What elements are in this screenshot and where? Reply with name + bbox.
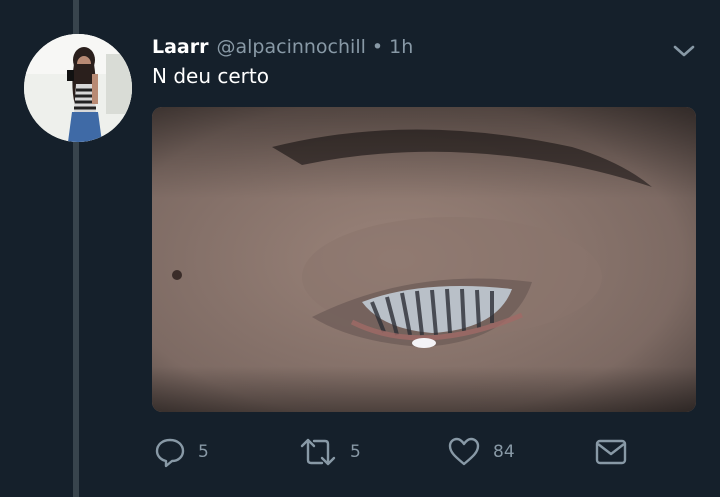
reply-icon[interactable] [154,436,186,468]
tweet-text: N deu certo [152,64,269,88]
reply-action[interactable]: 5 [154,432,209,472]
more-options-button[interactable] [670,40,698,62]
chevron-down-icon [673,45,695,57]
tweet-header: Laarr @alpacinnochill • 1h [152,33,413,61]
reply-count: 5 [198,442,209,462]
avatar-photo-icon [24,34,132,142]
tweet[interactable]: Laarr @alpacinnochill • 1h N deu certo 5… [0,0,720,497]
tweet-media[interactable] [152,107,696,412]
eye-closeup-photo-icon [152,107,696,412]
author-handle[interactable]: @alpacinnochill [217,36,366,58]
envelope-icon[interactable] [594,437,628,467]
retweet-action[interactable]: 5 [298,432,361,472]
timestamp[interactable]: 1h [389,36,413,58]
avatar[interactable] [24,34,132,142]
separator: • [371,36,384,58]
like-count: 84 [493,442,515,462]
tweet-actions: 5 5 84 [0,432,720,472]
retweet-icon[interactable] [298,436,338,468]
author-name[interactable]: Laarr [152,36,209,58]
like-action[interactable]: 84 [447,432,515,472]
heart-icon[interactable] [447,436,481,468]
direct-message-action[interactable] [594,432,628,472]
retweet-count: 5 [350,442,361,462]
